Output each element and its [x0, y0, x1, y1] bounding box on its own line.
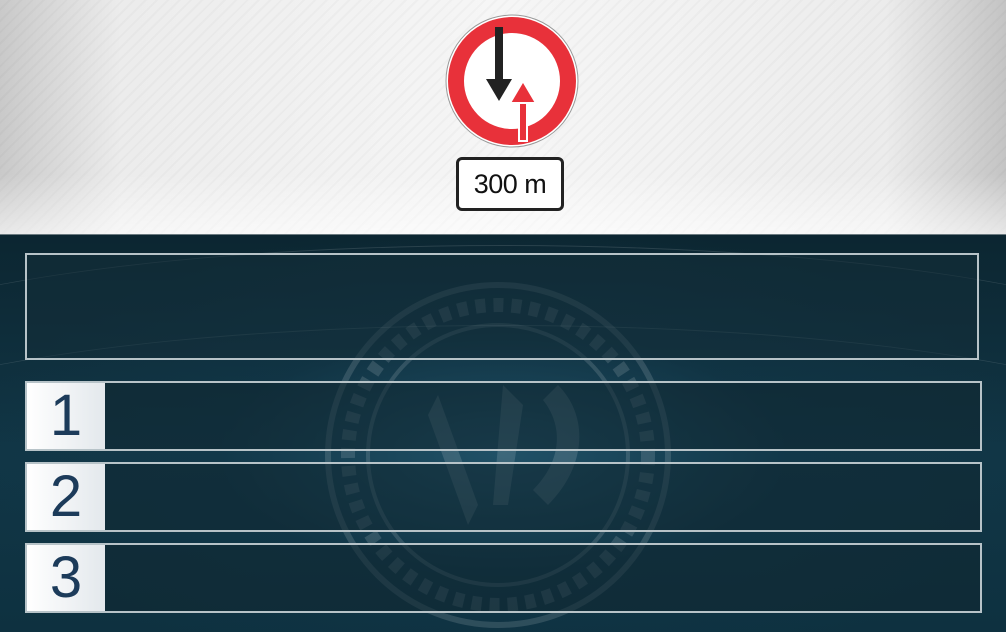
answer-option-3[interactable]: 3	[25, 543, 982, 613]
distance-plate: 300 m	[456, 157, 564, 211]
answer-option-2[interactable]: 2	[25, 462, 982, 532]
answer-number: 2	[27, 464, 105, 530]
answer-text	[117, 545, 970, 611]
question-box	[25, 253, 979, 360]
priority-to-oncoming-traffic-sign-icon	[445, 14, 579, 148]
answer-number: 3	[27, 545, 105, 611]
answer-number: 1	[27, 383, 105, 449]
answer-option-1[interactable]: 1	[25, 381, 982, 451]
answer-text	[117, 464, 970, 530]
question-text	[27, 255, 977, 279]
answer-text	[117, 383, 970, 449]
